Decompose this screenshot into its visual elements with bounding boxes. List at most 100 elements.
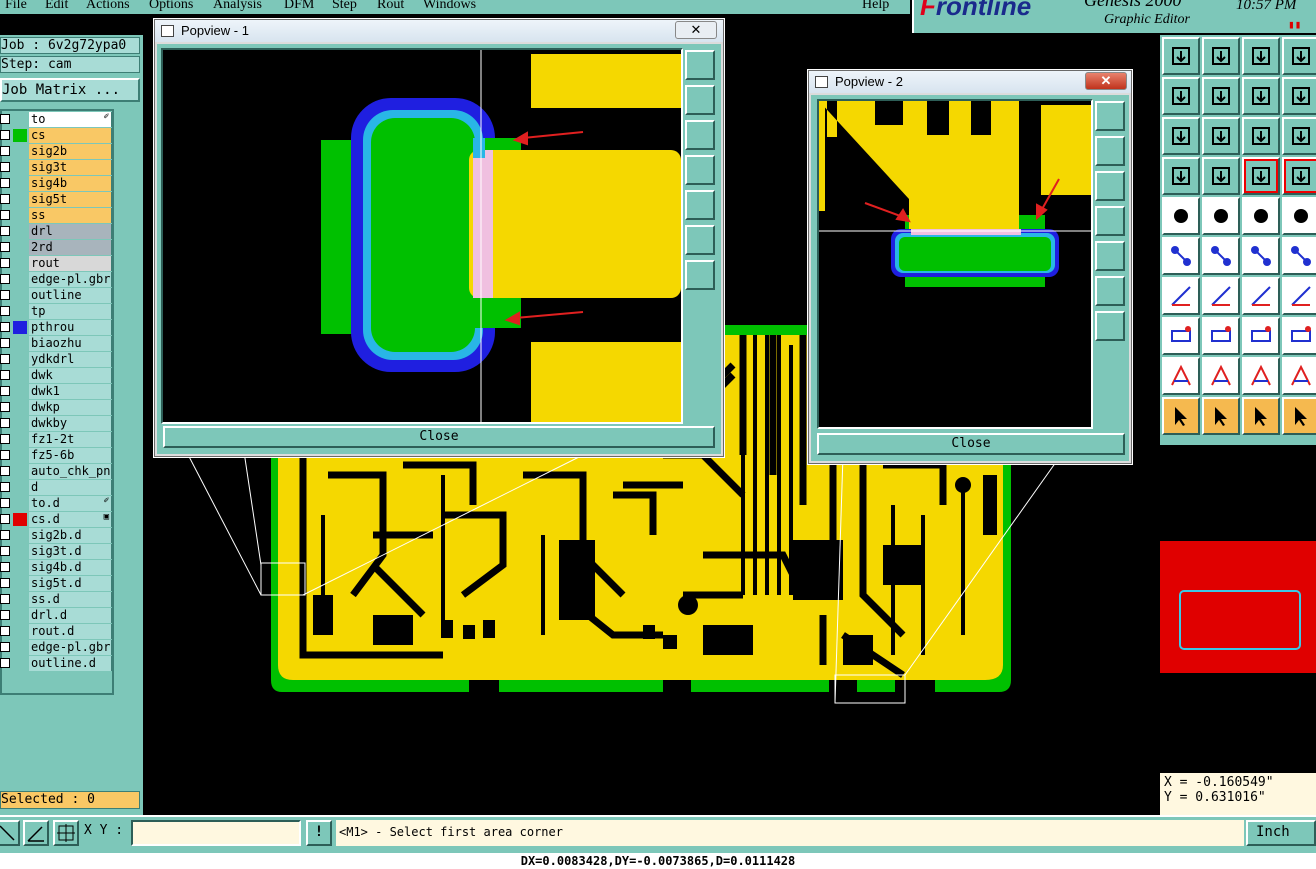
menu-edit[interactable]: Edit xyxy=(45,0,68,13)
layer-row[interactable]: cs xyxy=(0,128,112,143)
layer-name[interactable]: outline xyxy=(29,288,112,303)
pan-right-icon[interactable] xyxy=(1095,241,1125,271)
layer-checkbox[interactable] xyxy=(0,434,10,444)
units-select[interactable]: Inch xyxy=(1246,820,1316,846)
layer-name[interactable]: drl xyxy=(29,224,112,239)
layer-checkbox[interactable] xyxy=(0,466,10,476)
popview-1-titlebar[interactable]: Popview - 1 xyxy=(155,20,723,42)
layer-row[interactable]: sig4b.d xyxy=(0,560,112,575)
resize-icon[interactable] xyxy=(1242,317,1280,355)
layer-checkbox[interactable] xyxy=(0,498,10,508)
pan-right-icon[interactable] xyxy=(685,190,715,220)
help-icon[interactable] xyxy=(1282,117,1316,155)
layer-name[interactable]: fz5-6b xyxy=(29,448,112,463)
draw-line-icon[interactable] xyxy=(1202,277,1240,315)
layer-checkbox[interactable] xyxy=(0,386,10,396)
layer-color-swatch[interactable] xyxy=(13,577,27,590)
layer-row[interactable]: ydkdrl xyxy=(0,352,112,367)
layer-color-swatch[interactable] xyxy=(13,545,27,558)
overview-map[interactable] xyxy=(1160,443,1316,773)
layer-name[interactable]: sig3t.d xyxy=(29,544,112,559)
layer-row[interactable]: sig5t xyxy=(0,192,112,207)
menu-actions[interactable]: Actions xyxy=(86,0,130,13)
layer-name[interactable]: ss.d xyxy=(29,592,112,607)
layer-row[interactable]: sig5t.d xyxy=(0,576,112,591)
cut-icon[interactable] xyxy=(1202,317,1240,355)
layer-color-swatch[interactable] xyxy=(13,625,27,638)
layer-row[interactable]: auto_chk_pn xyxy=(0,464,112,479)
layer-checkbox[interactable] xyxy=(0,210,10,220)
pause-icon[interactable]: ▮▮ xyxy=(1288,18,1301,31)
menu-file[interactable]: File xyxy=(5,0,27,13)
layer-name[interactable]: to xyxy=(29,112,112,127)
layer-color-swatch[interactable] xyxy=(13,353,27,366)
popview-2-close-button[interactable]: Close xyxy=(817,433,1125,455)
layer-row[interactable]: drl xyxy=(0,224,112,239)
redraw-icon[interactable] xyxy=(1282,77,1316,115)
layer-name[interactable]: edge-pl.gbr xyxy=(29,640,112,655)
layer-checkbox[interactable] xyxy=(0,242,10,252)
layer-name[interactable]: biaozhu xyxy=(29,336,112,351)
select-area-icon[interactable] xyxy=(1282,397,1316,435)
layer-name[interactable]: outline.d xyxy=(29,656,112,671)
layer-checkbox[interactable] xyxy=(0,274,10,284)
grid-snap-icon[interactable] xyxy=(53,820,79,846)
layer-row[interactable]: sig4b xyxy=(0,176,112,191)
copy-view-icon[interactable] xyxy=(1095,101,1125,131)
layer-name[interactable]: dwk1 xyxy=(29,384,112,399)
layer-row[interactable]: 2rd xyxy=(0,240,112,255)
layer-color-swatch[interactable] xyxy=(13,497,27,510)
popview-2-titlebar[interactable]: Popview - 2 xyxy=(809,71,1131,93)
layer-checkbox[interactable] xyxy=(0,354,10,364)
layer-row[interactable]: tp xyxy=(0,304,112,319)
layer-name[interactable]: sig4b xyxy=(29,176,112,191)
layer-checkbox[interactable] xyxy=(0,642,10,652)
undo-view-icon[interactable] xyxy=(1242,77,1280,115)
layer-name[interactable]: cs xyxy=(29,128,112,143)
net-icon[interactable] xyxy=(1162,237,1200,275)
menu-analysis[interactable]: Analysis xyxy=(213,0,262,13)
layer-name[interactable]: to.d xyxy=(29,496,112,511)
menu-dfm[interactable]: DFM xyxy=(284,0,314,13)
warning-button[interactable]: ! xyxy=(306,820,332,846)
xy-input[interactable] xyxy=(131,820,301,846)
layer-color-swatch[interactable] xyxy=(13,113,27,126)
layer-name[interactable]: sig4b.d xyxy=(29,560,112,575)
layer-name[interactable]: edge-pl.gbr xyxy=(29,272,112,287)
layer-row[interactable]: sig3t.d xyxy=(0,544,112,559)
layer-name[interactable]: dwkp xyxy=(29,400,112,415)
layer-checkbox[interactable] xyxy=(0,658,10,668)
layer-name[interactable]: fz1-2t xyxy=(29,432,112,447)
fit-all-icon[interactable] xyxy=(1162,117,1200,155)
layer-color-swatch[interactable] xyxy=(13,209,27,222)
layer-name[interactable]: sig3t xyxy=(29,160,112,175)
layer-row[interactable]: outline xyxy=(0,288,112,303)
layer-row[interactable]: d xyxy=(0,480,112,495)
layer-row[interactable]: edge-pl.gbr xyxy=(0,272,112,287)
layer-color-swatch[interactable] xyxy=(13,529,27,542)
pad-icon[interactable] xyxy=(1282,197,1316,235)
layer-checkbox[interactable] xyxy=(0,514,10,524)
layer-row[interactable]: dwkp xyxy=(0,400,112,415)
layer-row[interactable]: drl.d xyxy=(0,608,112,623)
layer-row[interactable]: dwk xyxy=(0,368,112,383)
text-icon[interactable] xyxy=(1202,357,1240,395)
add-polygon-icon[interactable] xyxy=(1162,317,1200,355)
layer-color-swatch[interactable] xyxy=(13,657,27,670)
layer-color-swatch[interactable] xyxy=(13,241,27,254)
layer-name[interactable]: pthrou xyxy=(29,320,112,335)
copy-view-icon[interactable] xyxy=(685,50,715,80)
layer-row[interactable]: rout xyxy=(0,256,112,271)
layer-color-swatch[interactable] xyxy=(13,465,27,478)
select-icon[interactable] xyxy=(1162,397,1200,435)
popview-1-screen[interactable] xyxy=(161,48,683,424)
layer-color-swatch[interactable] xyxy=(13,177,27,190)
layer-row[interactable]: cs.d ▣ xyxy=(0,512,112,527)
layer-checkbox[interactable] xyxy=(0,562,10,572)
copy-icon[interactable] xyxy=(1282,317,1316,355)
layer-checkbox[interactable] xyxy=(0,626,10,636)
zoom-out-icon[interactable] xyxy=(1095,171,1125,201)
ruler-icon[interactable] xyxy=(1242,197,1280,235)
layer-color-swatch[interactable] xyxy=(13,385,27,398)
layer-checkbox[interactable] xyxy=(0,290,10,300)
